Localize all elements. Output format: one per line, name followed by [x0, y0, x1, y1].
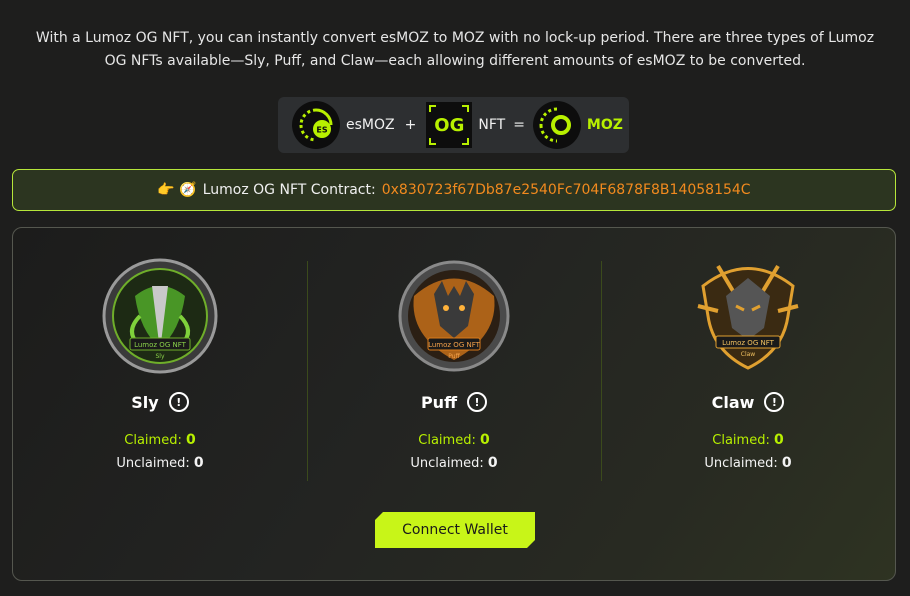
svg-text:Claw: Claw — [741, 351, 756, 358]
og-logo-icon: OG — [426, 102, 473, 148]
contract-label: Lumoz OG NFT Contract: — [202, 182, 376, 198]
svg-text:Puff: Puff — [448, 353, 460, 360]
moz-coin-icon — [532, 101, 581, 149]
unclaimed-count: Unclaimed: 0 — [410, 455, 498, 471]
unclaimed-count: Unclaimed: 0 — [704, 455, 792, 471]
claimed-count: Claimed: 0 — [418, 432, 490, 448]
claimed-count: Claimed: 0 — [712, 432, 784, 448]
equals-sign: = — [513, 117, 525, 133]
intro-line-2: OG NFTs available—Sly, Puff, and Claw—ea… — [104, 53, 806, 69]
puff-badge-image: Lumoz OG NFT Puff — [398, 260, 510, 372]
contract-banner: 👉 🧭 Lumoz OG NFT Contract: 0x830723f67Db… — [12, 169, 896, 211]
svg-text:Lumoz OG NFT: Lumoz OG NFT — [722, 339, 775, 347]
svg-text:Lumoz OG NFT: Lumoz OG NFT — [134, 341, 187, 349]
nft-title-sly: Sly ! — [131, 390, 189, 414]
og-label: OG — [434, 114, 465, 136]
sly-badge-image: Lumoz OG NFT Sly — [102, 258, 218, 374]
contract-address-link[interactable]: 0x830723f67Db87e2540Fc704F6878F8B1405815… — [382, 182, 751, 198]
nft-name: Sly — [131, 392, 159, 412]
esmoz-coin-icon: ES — [292, 101, 340, 149]
nft-label: NFT — [478, 117, 506, 133]
claimed-count: Claimed: 0 — [124, 432, 196, 448]
nft-title-puff: Puff ! — [420, 390, 488, 414]
nft-card: Lumoz OG NFT Sly Sly ! Claimed: 0 Unclai… — [12, 227, 896, 581]
nft-name: Puff — [420, 392, 458, 412]
conversion-formula: ES esMOZ + OG NFT = MOZ — [278, 97, 629, 153]
esmoz-label: esMOZ — [346, 117, 395, 133]
nft-puff: Lumoz OG NFT Puff Puff ! Claimed: 0 Uncl… — [307, 256, 601, 471]
info-icon[interactable]: ! — [467, 392, 488, 412]
moz-label: MOZ — [586, 117, 623, 133]
intro-text: With a Lumoz OG NFT, you can instantly c… — [0, 27, 910, 73]
unclaimed-count: Unclaimed: 0 — [116, 455, 204, 471]
svg-text:Lumoz OG NFT: Lumoz OG NFT — [428, 341, 481, 349]
info-icon[interactable]: ! — [168, 392, 189, 412]
claw-badge-image: Lumoz OG NFT Claw — [697, 264, 799, 370]
svg-text:ES: ES — [316, 126, 327, 135]
pointing-compass-emoji: 👉 🧭 — [157, 182, 197, 198]
nft-claw: Lumoz OG NFT Claw Claw ! Claimed: 0 Uncl… — [601, 256, 895, 471]
connect-wallet-button[interactable]: Connect Wallet — [375, 512, 535, 548]
intro-line-1: With a Lumoz OG NFT, you can instantly c… — [35, 30, 875, 46]
nft-sly: Lumoz OG NFT Sly Sly ! Claimed: 0 Unclai… — [13, 256, 307, 471]
nft-name: Claw — [711, 392, 755, 412]
svg-text:Sly: Sly — [155, 353, 164, 360]
plus-sign: + — [404, 117, 417, 133]
info-icon[interactable]: ! — [764, 392, 785, 412]
nft-title-claw: Claw ! — [712, 390, 785, 414]
